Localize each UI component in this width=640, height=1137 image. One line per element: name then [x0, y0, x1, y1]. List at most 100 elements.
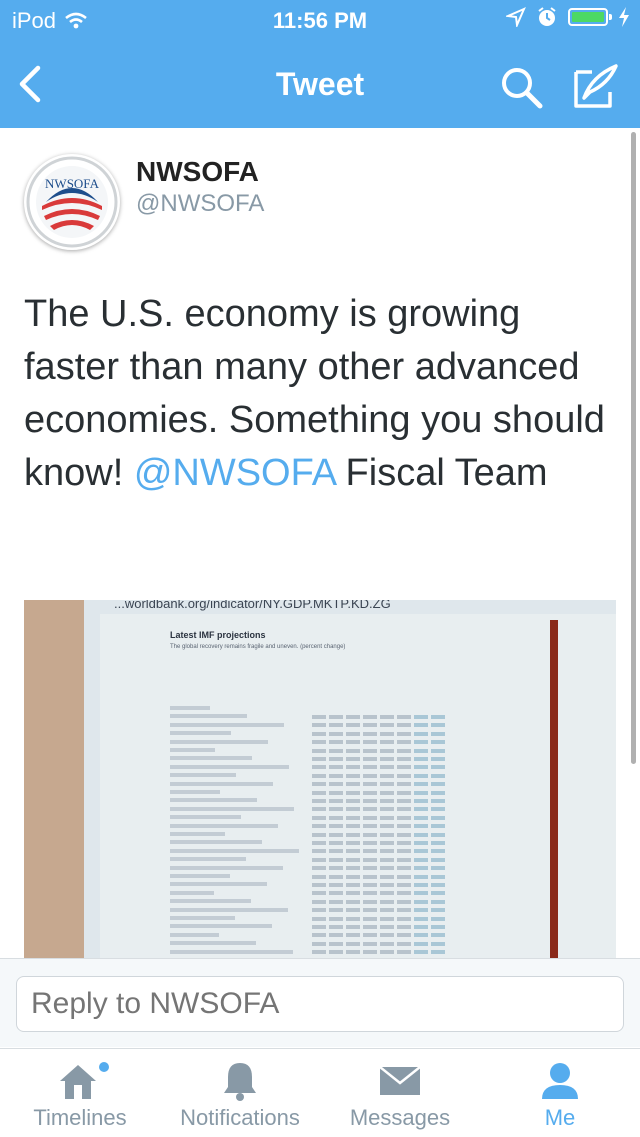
- status-bar: iPod 11:56 PM: [0, 0, 640, 40]
- slide-table-row: [312, 908, 492, 921]
- slide-table-row: [312, 748, 492, 761]
- avatar[interactable]: NWSOFA: [24, 154, 120, 250]
- person-icon: [542, 1063, 578, 1099]
- slide-table-label: [170, 941, 256, 946]
- tab-notifications[interactable]: Notifications: [160, 1049, 320, 1137]
- tweet-detail: NWSOFA NWSOFA @NWSOFA The U.S. economy i…: [0, 128, 640, 958]
- slide-table-label: [170, 840, 262, 845]
- slide-table-row: [312, 714, 492, 728]
- tab-label: Timelines: [33, 1105, 127, 1130]
- envelope-icon: [379, 1066, 421, 1095]
- slide-table-row: [312, 815, 492, 829]
- slide-table-label: [170, 832, 225, 836]
- tab-bar: Timelines Notifications Messages Me: [0, 1048, 640, 1137]
- slide-table-row: [312, 807, 492, 820]
- slide-table-label: [170, 714, 247, 719]
- tab-timelines[interactable]: Timelines: [0, 1049, 160, 1137]
- slide-table-row: [312, 731, 492, 745]
- slide-table-row: [312, 950, 492, 956]
- avatar-text: NWSOFA: [45, 176, 100, 191]
- tweet-text: The U.S. economy is growing faster than …: [24, 288, 620, 500]
- slide-table-label: [170, 949, 293, 954]
- slide-table-label: [170, 731, 231, 736]
- slide-title: Latest IMF projections: [170, 630, 266, 640]
- slide-table-label: [170, 781, 273, 786]
- slide-table-label: [170, 932, 219, 937]
- slide-table-row: [312, 891, 492, 904]
- slide-table-row: [312, 866, 492, 879]
- slide-table-label: [170, 890, 214, 895]
- slide-table-row: [312, 765, 492, 778]
- scrollbar[interactable]: [631, 132, 636, 764]
- mention-link[interactable]: @NWSOFA: [134, 452, 335, 494]
- tab-label: Messages: [349, 1105, 451, 1130]
- slide-table-label: [170, 798, 257, 803]
- battery-icon: [568, 8, 612, 26]
- tab-label: Notifications: [180, 1105, 300, 1130]
- search-button[interactable]: [498, 64, 544, 110]
- photo-url-text: ...worldbank.org/indicator/NY.GDP.MKTP.K…: [114, 600, 391, 611]
- tweet-text-part: Fiscal Team: [334, 452, 548, 494]
- slide-table-label: [170, 748, 215, 752]
- slide-table-label: [170, 882, 267, 887]
- slide-table-label: [170, 924, 272, 929]
- slide-table-row: [312, 773, 492, 787]
- slide-table-row: [312, 882, 492, 896]
- home-icon: [60, 1062, 109, 1099]
- slide-table-row: [312, 916, 492, 929]
- location-arrow-icon: [506, 7, 526, 27]
- slide-table-row: [312, 782, 492, 795]
- slide-table-label: [170, 899, 251, 904]
- new-items-badge: [99, 1062, 109, 1072]
- alarm-icon: [538, 7, 556, 26]
- slide-table-row: [312, 740, 492, 753]
- slide-divider: [550, 620, 558, 958]
- slide-table-row: [312, 798, 492, 812]
- photo-slide: Latest IMF projections The global recove…: [100, 614, 616, 958]
- reply-input[interactable]: [16, 976, 624, 1032]
- slide-table-row: [312, 832, 492, 845]
- slide-table-row: [312, 924, 492, 938]
- slide-table-label: [170, 739, 268, 744]
- slide-table-label: [170, 722, 284, 727]
- slide-table-row: [312, 790, 492, 803]
- nav-bar: Tweet: [0, 40, 640, 128]
- tab-messages[interactable]: Messages: [320, 1049, 480, 1137]
- slide-table-row: [312, 756, 492, 770]
- user-handle[interactable]: @NWSOFA: [136, 190, 264, 218]
- slide-table-row: [312, 849, 492, 862]
- page-title: Tweet: [275, 66, 365, 102]
- slide-table-label: [170, 857, 246, 862]
- avatar-logo: NWSOFA: [26, 156, 118, 248]
- slide-table-row: [312, 857, 492, 871]
- slide-table-label: [170, 773, 236, 778]
- slide-table-label: [170, 756, 252, 761]
- tab-me[interactable]: Me: [480, 1049, 640, 1137]
- slide-table-label: [170, 907, 288, 912]
- slide-table-label: [170, 764, 289, 769]
- charging-bolt-icon: [619, 7, 629, 27]
- compose-tweet-icon: [574, 64, 618, 108]
- tab-label: Me: [544, 1105, 576, 1130]
- slide-table-row: [312, 874, 492, 887]
- reply-bar: [0, 958, 640, 1047]
- slide-table-label: [170, 823, 278, 828]
- slide-subtitle: The global recovery remains fragile and …: [170, 644, 346, 650]
- slide-table-row: [312, 899, 492, 913]
- user-name[interactable]: NWSOFA: [136, 156, 259, 188]
- slide-table-label: [170, 706, 210, 710]
- tweet-photo[interactable]: ...worldbank.org/indicator/NY.GDP.MKTP.K…: [24, 600, 616, 958]
- battery-fill: [572, 12, 604, 22]
- slide-table-row: [312, 840, 492, 854]
- slide-table-label: [170, 874, 230, 878]
- slide-table-row: [312, 723, 492, 736]
- slide-table-row: [312, 824, 492, 837]
- slide-table-row: [312, 941, 492, 955]
- slide-table-label: [170, 865, 283, 870]
- status-right: [506, 6, 630, 28]
- slide-table-label: [170, 916, 235, 920]
- compose-button[interactable]: [572, 62, 620, 110]
- bell-icon: [224, 1063, 256, 1101]
- slide-table-label: [170, 790, 220, 794]
- slide-table-row: [312, 706, 492, 719]
